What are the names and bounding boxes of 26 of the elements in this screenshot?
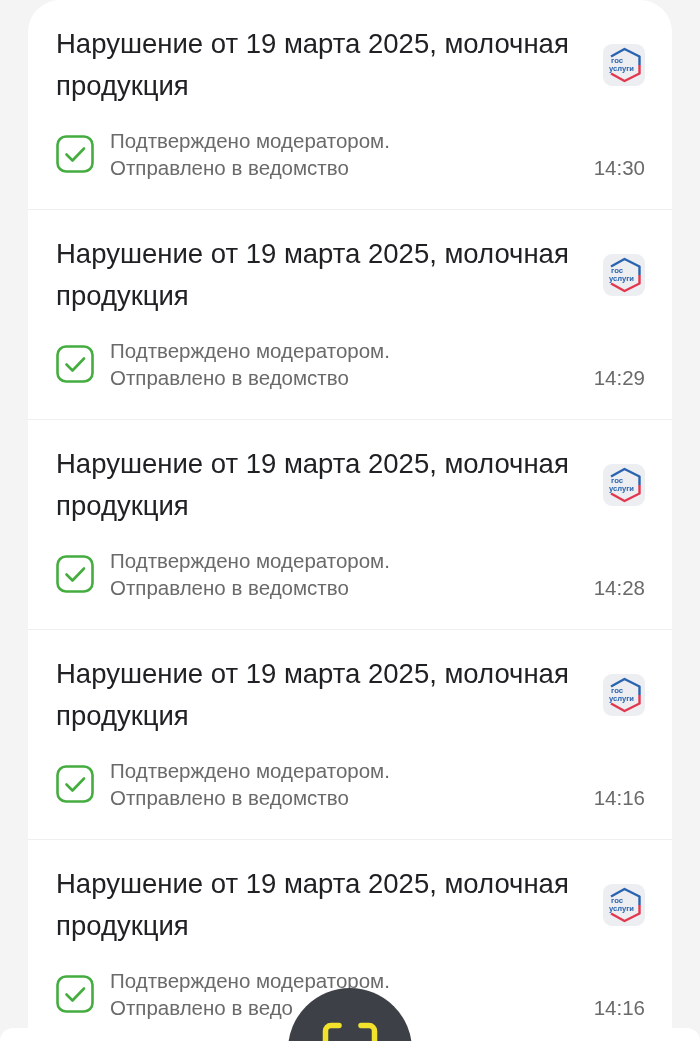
status-detail-text: Отправлено в ведомство: [110, 155, 349, 181]
time-text: 14:28: [593, 575, 645, 601]
status-text: Подтверждено модератором.: [110, 338, 390, 364]
status-detail-text: Отправлено в ведомство: [110, 575, 349, 601]
time-text: 14:16: [593, 995, 645, 1021]
time-text: 14:30: [593, 155, 645, 181]
time-text: 14:16: [593, 785, 645, 811]
check-square-icon: [56, 555, 94, 593]
status-detail-text: Отправлено в ведо: [110, 995, 293, 1021]
item-title[interactable]: Нарушение от 19 марта 2025, молочная продукция: [56, 23, 591, 107]
time-text: 14:29: [593, 365, 645, 391]
status-detail-text: Отправлено в ведомство: [110, 365, 349, 391]
check-square-icon: [56, 345, 94, 383]
status-text: Подтверждено модератором.: [110, 128, 390, 154]
status-text: Подтверждено модератором.: [110, 548, 390, 574]
item-title[interactable]: Нарушение от 19 марта 2025, молочная продукция: [56, 863, 591, 947]
scan-frame-icon: [322, 1022, 378, 1041]
item-title[interactable]: Нарушение от 19 марта 2025, молочная продукция: [56, 233, 591, 317]
item-title[interactable]: Нарушение от 19 марта 2025, молочная продукция: [56, 653, 591, 737]
item-title[interactable]: Нарушение от 19 марта 2025, молочная продукция: [56, 443, 591, 527]
status-text: Подтверждено модератором.: [110, 758, 390, 784]
check-square-icon: [56, 135, 94, 173]
status-text: Подтверждено модератором.: [110, 968, 390, 994]
status-detail-text: Отправлено в ведомство: [110, 785, 349, 811]
check-square-icon: [56, 975, 94, 1013]
check-square-icon: [56, 765, 94, 803]
